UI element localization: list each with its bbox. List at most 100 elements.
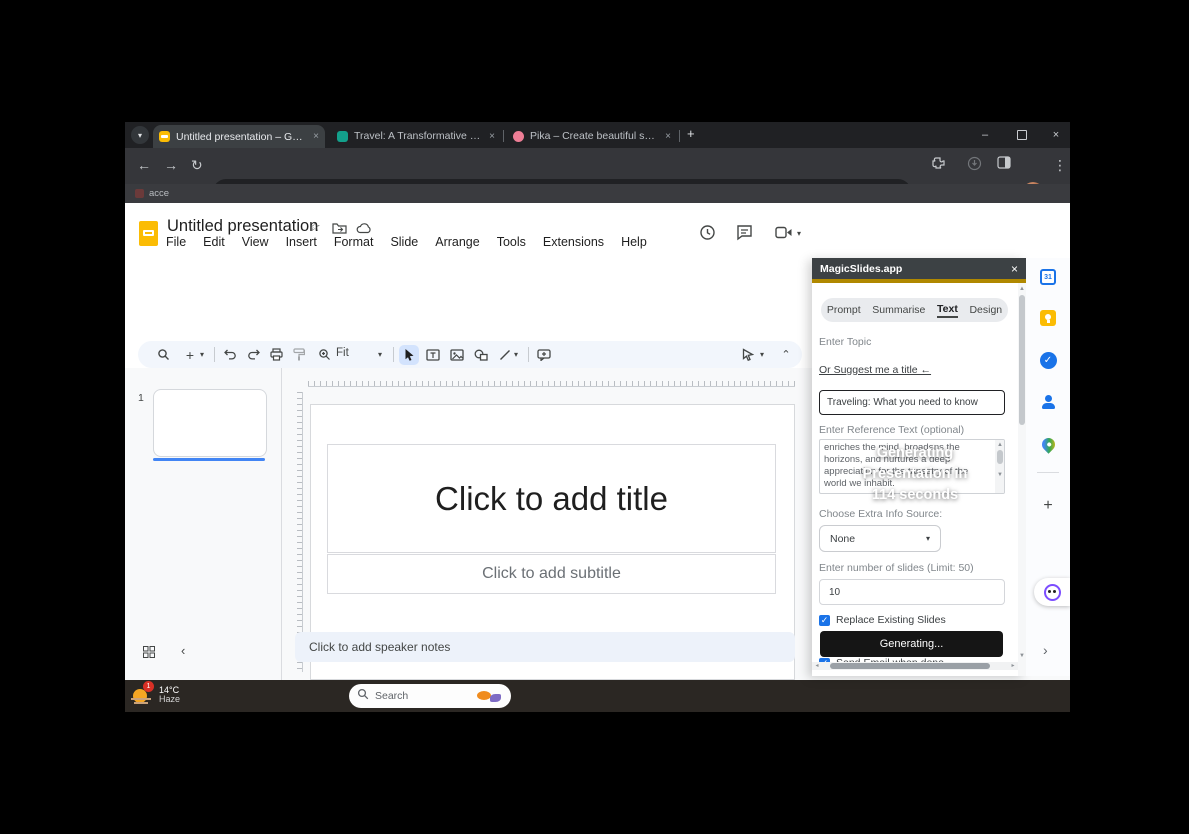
weather-condition: Haze <box>159 694 181 704</box>
hide-menus-icon[interactable]: ⌃ <box>776 345 796 365</box>
scroll-down-icon[interactable]: ▼ <box>1018 652 1026 660</box>
tab-close-icon[interactable]: × <box>665 131 671 142</box>
weather-widget[interactable]: 1 14°C Haze <box>130 681 181 707</box>
scroll-left-icon[interactable]: ◂ <box>813 662 821 670</box>
slide-thumbnail[interactable] <box>153 389 267 457</box>
tab-prompt[interactable]: Prompt <box>827 304 861 316</box>
grid-view-icon[interactable] <box>143 645 155 663</box>
select-tool-icon[interactable] <box>399 344 419 365</box>
toolbar-separator <box>214 347 215 362</box>
calendar-icon[interactable]: 31 <box>1038 267 1058 287</box>
menu-slide[interactable]: Slide <box>390 235 418 249</box>
menu-format[interactable]: Format <box>334 235 374 249</box>
tab-design[interactable]: Design <box>969 304 1002 316</box>
close-panel-icon[interactable]: × <box>1011 262 1018 276</box>
menu-extensions[interactable]: Extensions <box>543 235 604 249</box>
bookmark-item[interactable]: acce <box>149 188 169 199</box>
title-placeholder[interactable]: Click to add title <box>327 444 776 553</box>
forward-icon[interactable]: → <box>164 157 178 173</box>
panel-horizontal-scrollbar[interactable]: ◂ ▸ <box>812 662 1018 670</box>
reload-icon[interactable]: ↻ <box>191 157 203 174</box>
new-slide-dropdown-icon[interactable]: ▾ <box>196 345 208 365</box>
insert-shape-icon[interactable] <box>471 345 491 365</box>
magicslides-header: MagicSlides.app × <box>812 258 1026 279</box>
laser-pointer-icon[interactable] <box>738 345 758 365</box>
pointer-dropdown-icon[interactable]: ▾ <box>756 345 768 365</box>
extensions-icon[interactable] <box>931 156 945 173</box>
taskbar-search[interactable]: Search <box>349 684 511 708</box>
magicslides-addon-pill[interactable] <box>1034 578 1070 606</box>
contacts-icon[interactable] <box>1038 392 1058 412</box>
browser-menu-icon[interactable]: ⋮ <box>1053 157 1067 174</box>
zoom-in-icon[interactable] <box>314 345 334 365</box>
tab-title: Untitled presentation – Google <box>176 130 308 143</box>
speaker-notes-bar[interactable]: Click to add speaker notes <box>295 632 795 662</box>
paint-format-icon[interactable] <box>289 345 309 365</box>
browser-tab-pika[interactable]: Pika – Create beautiful screensh × <box>513 127 671 145</box>
panel-vertical-scrollbar[interactable]: ▲ ▼ <box>1018 283 1026 676</box>
maps-icon[interactable] <box>1038 434 1058 454</box>
tab-title: Travel: A Transformative Odysse <box>354 130 483 142</box>
scrollbar-thumb[interactable] <box>1019 295 1025 425</box>
menu-view[interactable]: View <box>242 235 269 249</box>
browser-tab-active[interactable]: Untitled presentation – Google × <box>153 125 325 148</box>
generate-button[interactable]: Generating... <box>820 631 1003 657</box>
insert-line-dropdown-icon[interactable]: ▾ <box>510 345 522 365</box>
tab-text[interactable]: Text <box>937 303 958 318</box>
menu-tools[interactable]: Tools <box>497 235 526 249</box>
monitor-screen: ▾ Untitled presentation – Google × Trave… <box>125 122 1070 712</box>
suggest-title-link[interactable]: Or Suggest me a title ← <box>819 364 931 376</box>
menu-file[interactable]: File <box>166 235 186 249</box>
menu-edit[interactable]: Edit <box>203 235 225 249</box>
keep-icon[interactable] <box>1038 308 1058 328</box>
insert-image-icon[interactable] <box>447 345 467 365</box>
text-box-icon[interactable] <box>423 345 443 365</box>
hide-side-panel-icon[interactable]: › <box>1043 642 1048 658</box>
slide-loading-bar <box>153 458 265 461</box>
scroll-right-icon[interactable]: ▸ <box>1009 662 1017 670</box>
zoom-fit-select[interactable]: Fit <box>336 347 349 359</box>
collapse-filmstrip-icon[interactable]: ‹ <box>181 643 185 658</box>
tasks-icon[interactable]: ✓ <box>1038 350 1058 370</box>
slides-count-input[interactable]: 10 <box>819 579 1005 605</box>
tab-search-button[interactable]: ▾ <box>131 126 149 144</box>
replace-slides-row[interactable]: ✓ Replace Existing Slides <box>819 614 946 626</box>
workspace-side-panel: 31 ✓ + › <box>1026 258 1070 676</box>
version-history-icon[interactable] <box>699 224 716 246</box>
download-icon[interactable] <box>967 156 982 174</box>
side-panel-icon[interactable] <box>997 156 1011 172</box>
browser-tab-travel[interactable]: Travel: A Transformative Odysse × <box>337 127 495 145</box>
window-close-button[interactable]: × <box>1041 122 1070 148</box>
topic-input[interactable]: Traveling: What you need to know <box>819 390 1005 415</box>
new-tab-button[interactable]: + <box>687 126 695 141</box>
menu-insert[interactable]: Insert <box>286 235 317 249</box>
comment-history-icon[interactable] <box>736 224 753 246</box>
back-icon[interactable]: ← <box>137 157 151 173</box>
window-minimize-button[interactable]: – <box>970 122 1000 148</box>
document-title[interactable]: Untitled presentation <box>167 217 318 236</box>
insert-comment-icon[interactable] <box>534 345 554 365</box>
zoom-fit-dropdown-icon[interactable]: ▾ <box>374 345 386 365</box>
print-icon[interactable] <box>266 345 286 365</box>
checkbox-checked-icon[interactable]: ✓ <box>819 614 830 626</box>
star-document-icon[interactable]: ☆ <box>309 219 321 235</box>
redo-icon[interactable] <box>243 345 263 365</box>
filmstrip-divider[interactable] <box>281 368 282 698</box>
get-addons-icon[interactable]: + <box>1038 496 1058 516</box>
windows-taskbar: 1 14°C Haze Search T mdp <box>125 680 1070 712</box>
tab-close-icon[interactable]: × <box>489 131 495 142</box>
join-call-dropdown-icon[interactable]: ▾ <box>797 229 801 238</box>
menu-help[interactable]: Help <box>621 235 647 249</box>
subtitle-placeholder[interactable]: Click to add subtitle <box>327 554 776 594</box>
tab-close-icon[interactable]: × <box>313 131 319 142</box>
slides-logo-icon[interactable] <box>139 221 158 246</box>
search-menus-icon[interactable] <box>153 345 173 365</box>
tab-summarise[interactable]: Summarise <box>872 304 925 316</box>
undo-icon[interactable] <box>220 345 240 365</box>
window-restore-button[interactable] <box>1007 122 1037 148</box>
scrollbar-thumb[interactable] <box>830 663 990 669</box>
join-call-icon[interactable] <box>775 226 793 244</box>
extra-source-select[interactable]: None ▾ <box>819 525 941 552</box>
menu-arrange[interactable]: Arrange <box>435 235 479 249</box>
scroll-up-icon[interactable]: ▲ <box>1018 285 1026 293</box>
